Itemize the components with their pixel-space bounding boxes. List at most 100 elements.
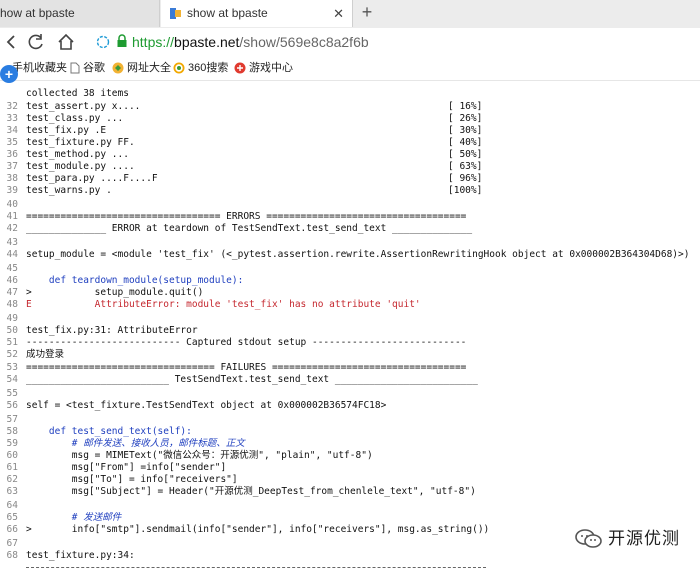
line-number: 53 [6,362,18,373]
progress-percent: [100%] [448,185,483,196]
code-text: test_fixture.py:34: [26,550,135,561]
line-number: 48 [6,299,18,310]
game-icon [234,62,246,74]
code-text: 成功登录 [26,349,65,360]
code-text: test_para.py ....F....F [26,173,158,184]
line-number: 42 [6,223,18,234]
line-number: 47 [6,287,18,298]
code-text: ================================= FAILUR… [26,362,467,373]
line-number: 46 [6,275,18,286]
line-number: 36 [6,149,18,160]
line-number: 40 [6,199,18,210]
code-text: msg["Subject"] = Header("开源优测_DeepTest_f… [26,486,476,497]
line-number: 41 [6,211,18,222]
code-text: test_fix.py .E [26,125,107,136]
line-number: 67 [6,538,18,549]
line-number: 66 [6,524,18,535]
lock-icon [117,34,127,47]
reload-icon[interactable] [26,32,46,52]
code-text: test_method.py ... [26,149,129,160]
bpaste-favicon-icon [170,8,181,19]
code-text: collected 38 items [26,88,129,99]
line-number: 45 [6,263,18,274]
line-number: 68 [6,550,18,561]
tab-strip: how at bpaste show at bpaste ✕ + [0,0,700,29]
url-scheme: https:// [132,34,175,50]
code-text: setup_module = <module 'test_fix' (<_pyt… [26,249,690,260]
line-number: 59 [6,438,18,449]
code-text: ______________ ERROR at teardown of Test… [26,223,473,234]
code-text: --------------------------- Captured std… [26,337,467,348]
line-number: 60 [6,450,18,461]
code-text: # 发送邮件 [26,512,122,523]
bookmark-label: 谷歌 [83,62,105,74]
line-number: 37 [6,161,18,172]
code-text: ================================== ERROR… [26,211,467,222]
code-text: self = <test_fixture.TestSendText object… [26,400,387,411]
progress-percent: [ 30%] [448,125,483,136]
line-number: 52 [6,349,18,360]
code-text: > setup_module.quit() [26,287,204,298]
progress-percent: [ 40%] [448,137,483,148]
close-tab-icon[interactable]: ✕ [333,0,344,27]
code-text: def teardown_module(setup_module): [26,275,244,286]
line-number: 34 [6,125,18,136]
line-number: 58 [6,426,18,437]
line-number: 50 [6,325,18,336]
divider [26,567,486,569]
line-number: 32 [6,101,18,112]
tab-current[interactable]: show at bpaste ✕ [161,0,353,27]
line-number: 44 [6,249,18,260]
search-360-icon [173,62,185,74]
line-number: 51 [6,337,18,348]
back-icon[interactable] [2,32,22,52]
paste-code-view: collected 38 items 32 test_assert.py x...… [0,74,700,570]
code-text: def test_send_text(self): [26,426,192,437]
code-text: test_module.py .... [26,161,135,172]
code-text: test_fix.py:31: AttributeError [26,325,198,336]
code-text: # 邮件发送、接收人员，邮件标题、正文 [26,438,245,449]
progress-percent: [ 96%] [448,173,483,184]
url-host: bpaste.net [174,34,240,50]
url-field[interactable]: https://bpaste.net/show/569e8c8a2f6b [132,33,369,51]
line-number: 63 [6,486,18,497]
line-number: 35 [6,137,18,148]
page-icon [70,62,80,74]
tab-title: how at bpaste [0,6,75,20]
tab-previous[interactable]: how at bpaste [0,0,160,27]
line-number: 57 [6,414,18,425]
watermark-text: 开源优测 [608,529,680,548]
line-number: 65 [6,512,18,523]
line-number: 61 [6,462,18,473]
progress-percent: [ 16%] [448,101,483,112]
line-number: 43 [6,237,18,248]
code-text: msg["To"] = info["receivers"] [26,474,238,485]
line-number: 39 [6,185,18,196]
code-text: msg = MIMEText("微信公众号：开源优测", "plain", "u… [26,450,373,461]
url-path: /show/569e8c8a2f6b [239,34,369,50]
code-text: msg["From"] =info["sender"] [26,462,227,473]
code-text: E AttributeError: module 'test_fix' has … [26,299,421,310]
address-bar: https://bpaste.net/show/569e8c8a2f6b [0,28,700,56]
tab-title: show at bpaste [187,6,268,20]
code-text: test_assert.py x.... [26,101,141,112]
home-icon[interactable] [56,32,76,52]
bookmark-label: 网址大全 [127,62,171,74]
line-number: 55 [6,388,18,399]
wechat-logo-icon [575,529,602,548]
line-number: 64 [6,500,18,511]
progress-percent: [ 63%] [448,161,483,172]
line-number: 33 [6,113,18,124]
new-tab-button[interactable]: + [356,0,378,27]
bookmark-label: 游戏中心 [249,62,293,74]
code-text: _________________________ TestSendText.t… [26,374,478,385]
code-text: > info["smtp"].sendmail(info["sender"], … [26,524,490,535]
progress-percent: [ 50%] [448,149,483,160]
site-status-icon[interactable] [96,35,110,49]
bookmark-label: 360搜索 [188,62,229,74]
code-text: test_class.py ... [26,113,124,124]
code-text: test_fixture.py FF. [26,137,135,148]
line-number: 49 [6,313,18,324]
floating-add-button[interactable]: + [0,65,18,83]
line-number: 62 [6,474,18,485]
